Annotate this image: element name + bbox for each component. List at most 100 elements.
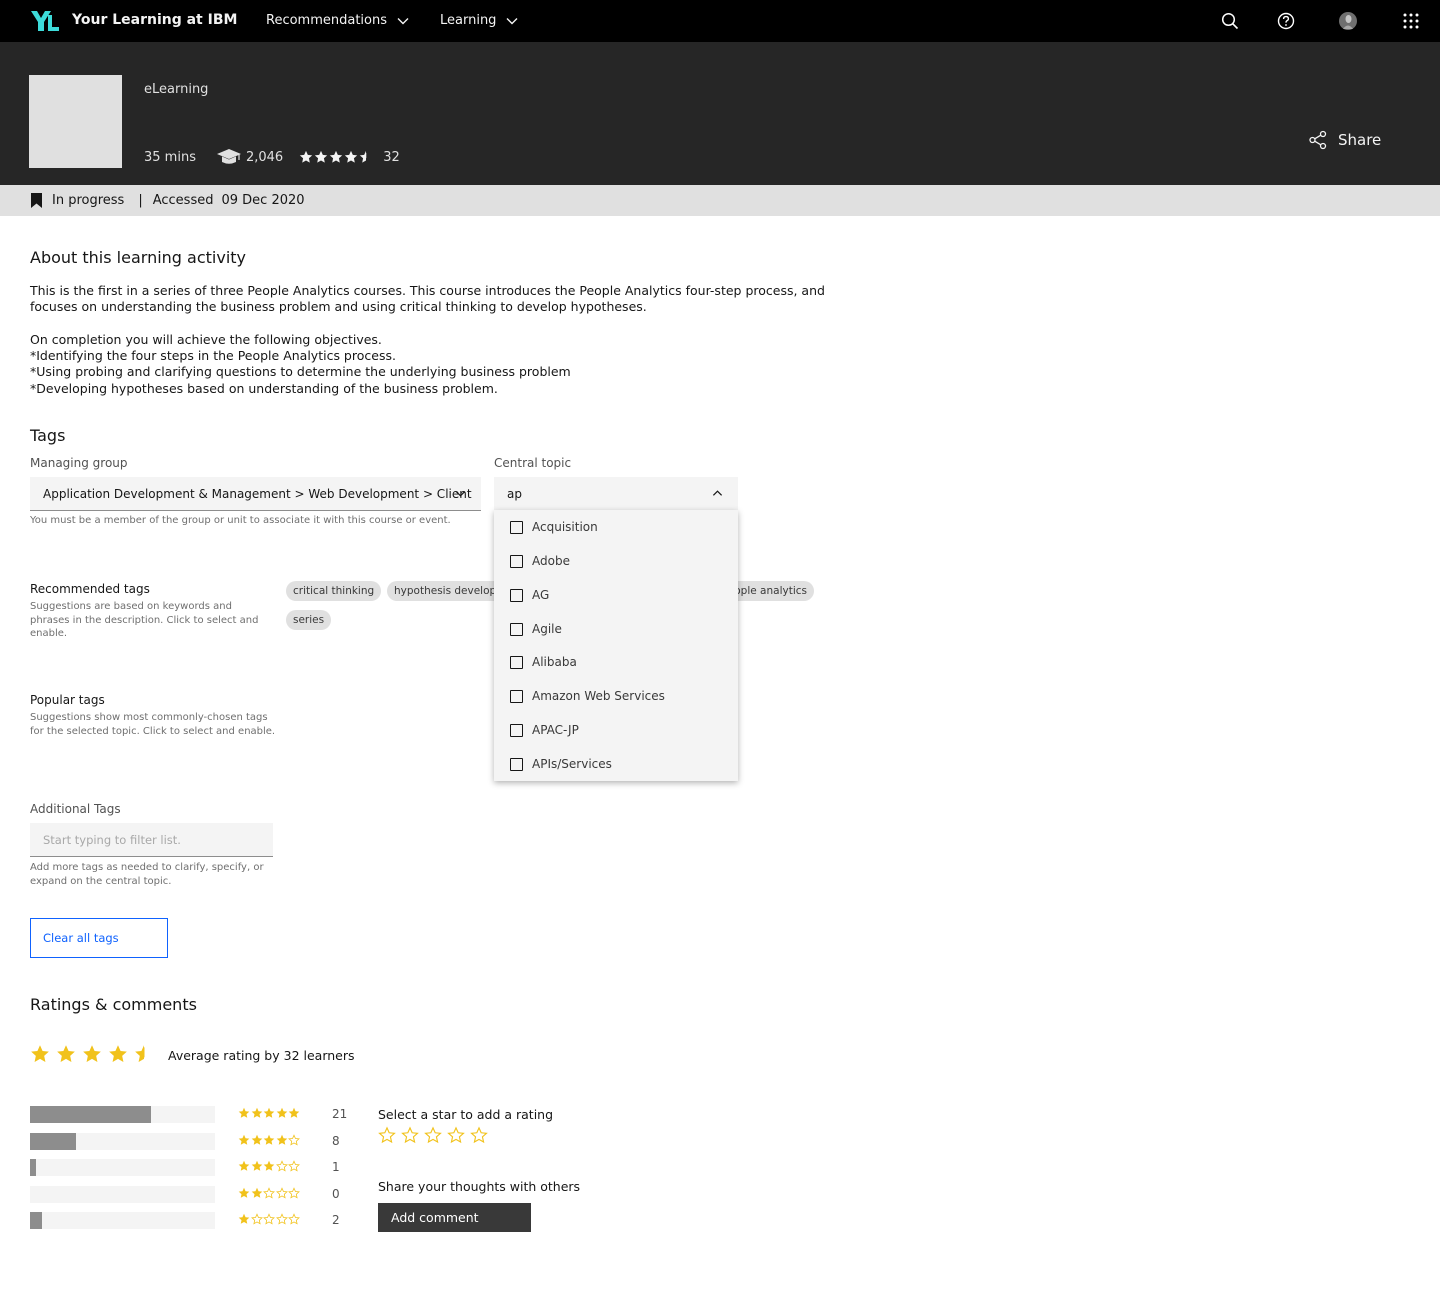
checkbox-icon[interactable] (510, 588, 523, 602)
rating-bar (30, 1186, 215, 1203)
star-filled-icon (288, 1107, 300, 1118)
star-filled-icon (109, 1045, 127, 1062)
star-outline-icon (288, 1134, 300, 1146)
yl-logo[interactable] (31, 11, 59, 31)
star-outline-icon[interactable] (447, 1126, 465, 1144)
add-comment-button[interactable]: Add comment (378, 1203, 531, 1232)
rating-bar-fill (30, 1133, 76, 1150)
star-filled-icon (263, 1134, 275, 1145)
rating-bar-fill (30, 1159, 36, 1176)
status-bar: In progress | Accessed 09 Dec 2020 (0, 185, 1440, 216)
hero-rating-stars (299, 150, 373, 164)
avatar[interactable] (1338, 11, 1358, 31)
star-outline-icon (288, 1187, 300, 1199)
accessed-date: 09 Dec 2020 (221, 193, 305, 208)
checkbox-icon[interactable] (510, 520, 523, 534)
managing-group-value: Application Development & Management > W… (43, 486, 472, 501)
graduation-cap-icon (216, 149, 241, 164)
star-outline-icon[interactable] (401, 1126, 419, 1144)
additional-tags-help: Add more tags as needed to clarify, spec… (30, 862, 264, 887)
average-rating-stars (30, 1044, 154, 1064)
checkbox-icon[interactable] (510, 723, 523, 737)
tags-heading: Tags (30, 426, 66, 445)
menu-recommendations[interactable]: Recommendations (266, 13, 409, 28)
dropdown-option-label: Adobe (532, 554, 570, 568)
rating-row-stars (238, 1213, 300, 1225)
dropdown-option[interactable]: AG (510, 585, 549, 605)
dropdown-option[interactable]: Alibaba (510, 652, 577, 672)
star-filled-icon (251, 1160, 262, 1171)
rating-row-count: 8 (332, 1134, 340, 1148)
checkbox-icon[interactable] (510, 757, 523, 771)
dropdown-option-label: Acquisition (532, 520, 598, 534)
central-topic-combobox[interactable]: ap (494, 477, 738, 510)
menu-learning-label: Learning (440, 13, 497, 28)
menu-learning[interactable]: Learning (440, 13, 518, 28)
managing-group-help: You must be a member of the group or uni… (30, 515, 451, 526)
brand-name[interactable]: Your Learning at IBM (72, 12, 237, 28)
star-outline-icon (250, 1213, 263, 1225)
chevron-down-icon (506, 17, 518, 24)
star-outline-icon[interactable] (470, 1126, 488, 1144)
star-half-icon (135, 1045, 145, 1062)
central-topic-dropdown: Acquisition Adobe AG Agile Alibaba Amazo… (494, 510, 738, 781)
star-filled-icon (31, 1045, 49, 1062)
star-filled-icon (263, 1160, 275, 1171)
additional-tags-input[interactable] (30, 823, 273, 857)
dropdown-option[interactable]: APAC-JP (510, 720, 579, 740)
dropdown-option[interactable]: Agile (510, 619, 562, 639)
top-nav: Your Learning at IBM Recommendations Lea… (0, 0, 1440, 42)
accessed-label: Accessed (152, 193, 214, 208)
share-button[interactable]: Share (1308, 130, 1381, 150)
rating-row-count: 21 (332, 1107, 348, 1121)
star-filled-icon (83, 1045, 101, 1062)
dropdown-option-label: Alibaba (532, 655, 577, 669)
central-topic-label: Central topic (494, 456, 572, 470)
star-outline-icon (263, 1187, 275, 1199)
star-filled-icon (345, 150, 358, 163)
rating-count: 32 (383, 149, 400, 165)
dropdown-option-label: Amazon Web Services (532, 689, 665, 703)
rating-bar (30, 1133, 215, 1150)
checkbox-icon[interactable] (510, 622, 523, 636)
status-separator: | (138, 193, 143, 208)
rating-row-count: 1 (332, 1160, 340, 1174)
star-filled-icon (251, 1187, 262, 1198)
about-heading: About this learning activity (30, 248, 247, 267)
star-filled-icon (251, 1134, 262, 1145)
share-icon (1309, 130, 1327, 150)
dropdown-option-label: Agile (532, 622, 562, 636)
star-outline-icon (288, 1213, 300, 1225)
star-filled-icon (276, 1107, 287, 1118)
help-icon[interactable] (1276, 11, 1296, 31)
central-topic-value[interactable]: ap (507, 487, 522, 501)
checkbox-icon[interactable] (510, 554, 523, 568)
star-outline-icon[interactable] (424, 1126, 442, 1144)
course-type: eLearning (144, 82, 209, 97)
dropdown-option[interactable]: Amazon Web Services (510, 686, 665, 706)
rating-row-stars (238, 1187, 300, 1199)
tag-chip[interactable]: critical thinking (286, 581, 382, 601)
rating-bar (30, 1159, 215, 1176)
managing-group-select[interactable]: Application Development & Management > W… (30, 477, 481, 511)
select-star-label: Select a star to add a rating (378, 1107, 554, 1122)
app-switcher-icon[interactable] (1401, 11, 1421, 31)
popular-tags-help: Suggestions show most commonly-chosen ta… (30, 712, 276, 737)
checkbox-icon[interactable] (510, 655, 523, 669)
popular-tags-label: Popular tags (30, 693, 105, 707)
star-filled-icon (57, 1045, 75, 1062)
dropdown-option[interactable]: Acquisition (510, 517, 598, 537)
dropdown-option[interactable]: APIs/Services (510, 754, 612, 774)
dropdown-option[interactable]: Adobe (510, 551, 570, 571)
rating-row-stars (238, 1160, 300, 1172)
search-icon[interactable] (1220, 11, 1240, 31)
clear-all-tags-button[interactable]: Clear all tags (30, 918, 168, 958)
dropdown-option-label: AG (532, 588, 550, 602)
additional-tags-label: Additional Tags (30, 802, 121, 816)
star-outline-icon[interactable] (378, 1126, 396, 1144)
share-thoughts-label: Share your thoughts with others (378, 1179, 581, 1194)
checkbox-icon[interactable] (510, 689, 523, 703)
tag-chip[interactable]: series (286, 610, 332, 630)
rating-row-count: 0 (332, 1187, 340, 1201)
chevron-down-icon (397, 17, 409, 24)
